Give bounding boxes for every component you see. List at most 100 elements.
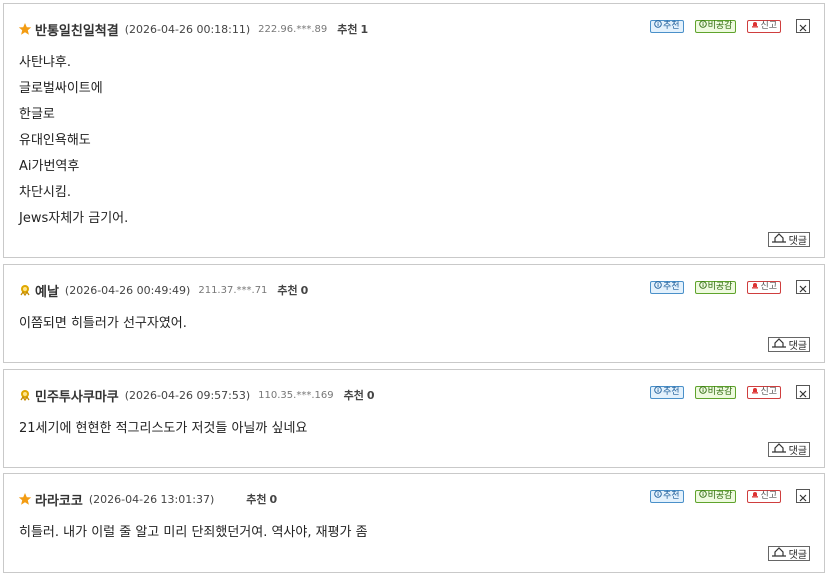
comment-datetime: (2026-04-26 13:01:37) [88, 492, 215, 506]
recommend-label: 추천 [343, 389, 364, 402]
comment-actions: 추천 비공감 신고 [639, 280, 810, 294]
comment-header: 라라코코 (2026-04-26 13:01:37) 추천 0 [18, 490, 278, 509]
comment-line: 이쯤되면 히틀러가 선구자였어. [19, 316, 187, 331]
comment-line: 한글로 [19, 107, 55, 122]
rank-badge-icon [18, 388, 32, 402]
rank-badge-icon [18, 283, 32, 297]
oppose-button-label: 비공감 [707, 281, 733, 292]
recommend-label: 추천 [277, 284, 298, 297]
comment-datetime: (2026-04-26 00:49:49) [64, 283, 191, 297]
comment-line: 21세기에 현현한 적그리스도가 저것들 아닐까 싶네요 [19, 421, 308, 436]
comment-item: 민주투사쿠마쿠 (2026-04-26 09:57:53) 110.35.***… [3, 369, 825, 468]
recommend-count: 0 [366, 388, 375, 402]
recommend-count: 0 [269, 492, 278, 506]
close-button[interactable] [796, 19, 810, 33]
close-icon [799, 17, 807, 36]
recommend-button-label: 추천 [663, 281, 680, 292]
comment-nickname[interactable]: 민주투사쿠마쿠 [35, 386, 119, 405]
info-circle-icon [654, 386, 662, 398]
reply-button-label: 댓글 [788, 341, 807, 352]
comment-header: 예날 (2026-04-26 00:49:49) 211.37.***.71 추… [18, 281, 309, 300]
recommend-count: 1 [360, 22, 369, 36]
close-button[interactable] [796, 489, 810, 503]
comment-line: Ai가번역후 [19, 159, 80, 174]
recommend-button-label: 추천 [663, 20, 680, 31]
siren-icon [751, 386, 759, 398]
recommend-count: 0 [300, 283, 309, 297]
comment-body: 히틀러. 내가 이럴 줄 알고 미리 단죄했던거여. 역사야, 재평가 좀 [19, 524, 368, 550]
reply-button-label: 댓글 [788, 236, 807, 247]
comment-header: 반통일친일척결 (2026-04-26 00:18:11) 222.96.***… [18, 20, 369, 39]
comment-ip: 110.35.***.169 [258, 389, 334, 401]
close-button[interactable] [796, 280, 810, 294]
comment-ip: 211.37.***.71 [198, 284, 268, 296]
oppose-button[interactable]: 비공감 [694, 280, 737, 294]
recommend-label: 추천 [246, 493, 267, 506]
siren-icon [751, 281, 759, 293]
reply-button[interactable]: 댓글 [767, 546, 810, 561]
reply-icon [771, 547, 789, 560]
info-circle-icon [698, 490, 707, 502]
comment-nickname[interactable]: 라라코코 [35, 490, 83, 509]
oppose-button-label: 비공감 [707, 386, 733, 397]
comment-item: 예날 (2026-04-26 00:49:49) 211.37.***.71 추… [3, 264, 825, 363]
comment-line: 유대인욕해도 [19, 133, 91, 148]
info-circle-icon [654, 490, 662, 502]
oppose-button-label: 비공감 [707, 490, 733, 501]
comment-line: 히틀러. 내가 이럴 줄 알고 미리 단죄했던거여. 역사야, 재평가 좀 [19, 525, 368, 540]
comment-line: 차단시킴. [19, 185, 71, 200]
recommend-button[interactable]: 추천 [650, 19, 684, 33]
report-button[interactable]: 신고 [747, 385, 781, 399]
comment-list: 반통일친일척결 (2026-04-26 00:18:11) 222.96.***… [0, 0, 828, 573]
info-circle-icon [698, 20, 707, 32]
comment-line: 글로벌싸이트에 [19, 81, 103, 96]
report-button-label: 신고 [760, 281, 777, 292]
comment-nickname[interactable]: 반통일친일척결 [35, 20, 119, 39]
star-icon [18, 22, 32, 36]
oppose-button[interactable]: 비공감 [694, 19, 737, 33]
recommend-button-label: 추천 [663, 386, 680, 397]
comment-actions: 추천 비공감 신고 [639, 489, 810, 503]
reply-button[interactable]: 댓글 [767, 337, 810, 352]
report-button[interactable]: 신고 [747, 19, 781, 33]
report-button[interactable]: 신고 [747, 280, 781, 294]
oppose-button[interactable]: 비공감 [694, 385, 737, 399]
comment-nickname[interactable]: 예날 [35, 281, 59, 300]
comment-body: 21세기에 현현한 적그리스도가 저것들 아닐까 싶네요 [19, 420, 307, 446]
info-circle-icon [654, 20, 662, 32]
comment-datetime: (2026-04-26 09:57:53) [124, 388, 251, 402]
comment-body: 이쯤되면 히틀러가 선구자였어. [19, 315, 187, 341]
star-icon [18, 492, 32, 506]
recommend-button[interactable]: 추천 [650, 280, 684, 294]
close-button[interactable] [796, 385, 810, 399]
reply-icon [771, 443, 789, 456]
info-circle-icon [654, 281, 662, 293]
close-icon [799, 278, 807, 297]
siren-icon [751, 20, 759, 32]
oppose-button[interactable]: 비공감 [694, 489, 737, 503]
close-icon [799, 487, 807, 506]
comment-item: 라라코코 (2026-04-26 13:01:37) 추천 0 추천 비공감 신… [3, 473, 825, 573]
comment-ip: 222.96.***.89 [258, 23, 328, 35]
reply-button-label: 댓글 [788, 550, 807, 561]
comment-actions: 추천 비공감 신고 [639, 385, 810, 399]
comment-datetime: (2026-04-26 00:18:11) [124, 22, 251, 36]
reply-icon [771, 338, 789, 351]
comment-actions: 추천 비공감 신고 [639, 19, 810, 33]
comment-line: Jews자체가 금기어. [19, 211, 129, 226]
oppose-button-label: 비공감 [707, 20, 733, 31]
info-circle-icon [698, 386, 707, 398]
comment-item: 반통일친일척결 (2026-04-26 00:18:11) 222.96.***… [3, 3, 825, 258]
reply-button[interactable]: 댓글 [767, 442, 810, 457]
report-button-label: 신고 [760, 386, 777, 397]
comment-header: 민주투사쿠마쿠 (2026-04-26 09:57:53) 110.35.***… [18, 386, 375, 405]
recommend-label: 추천 [337, 23, 358, 36]
comment-body: 사탄냐후. 글로벌싸이트에 한글로 유대인욕해도 Ai가번역후 차단시킴. Je… [19, 54, 128, 236]
info-circle-icon [698, 281, 707, 293]
recommend-button[interactable]: 추천 [650, 489, 684, 503]
recommend-button-label: 추천 [663, 490, 680, 501]
report-button-label: 신고 [760, 490, 777, 501]
report-button[interactable]: 신고 [747, 489, 781, 503]
reply-button[interactable]: 댓글 [767, 232, 810, 247]
recommend-button[interactable]: 추천 [650, 385, 684, 399]
